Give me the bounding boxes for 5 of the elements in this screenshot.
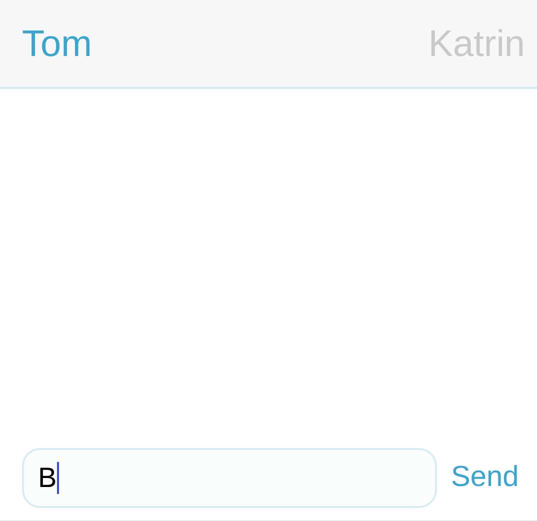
text-cursor-icon: [56, 462, 59, 494]
message-field[interactable]: B: [22, 448, 437, 508]
send-button[interactable]: Send: [451, 456, 519, 500]
user-tab[interactable]: Tom: [22, 25, 92, 62]
message-text: B: [38, 461, 57, 495]
